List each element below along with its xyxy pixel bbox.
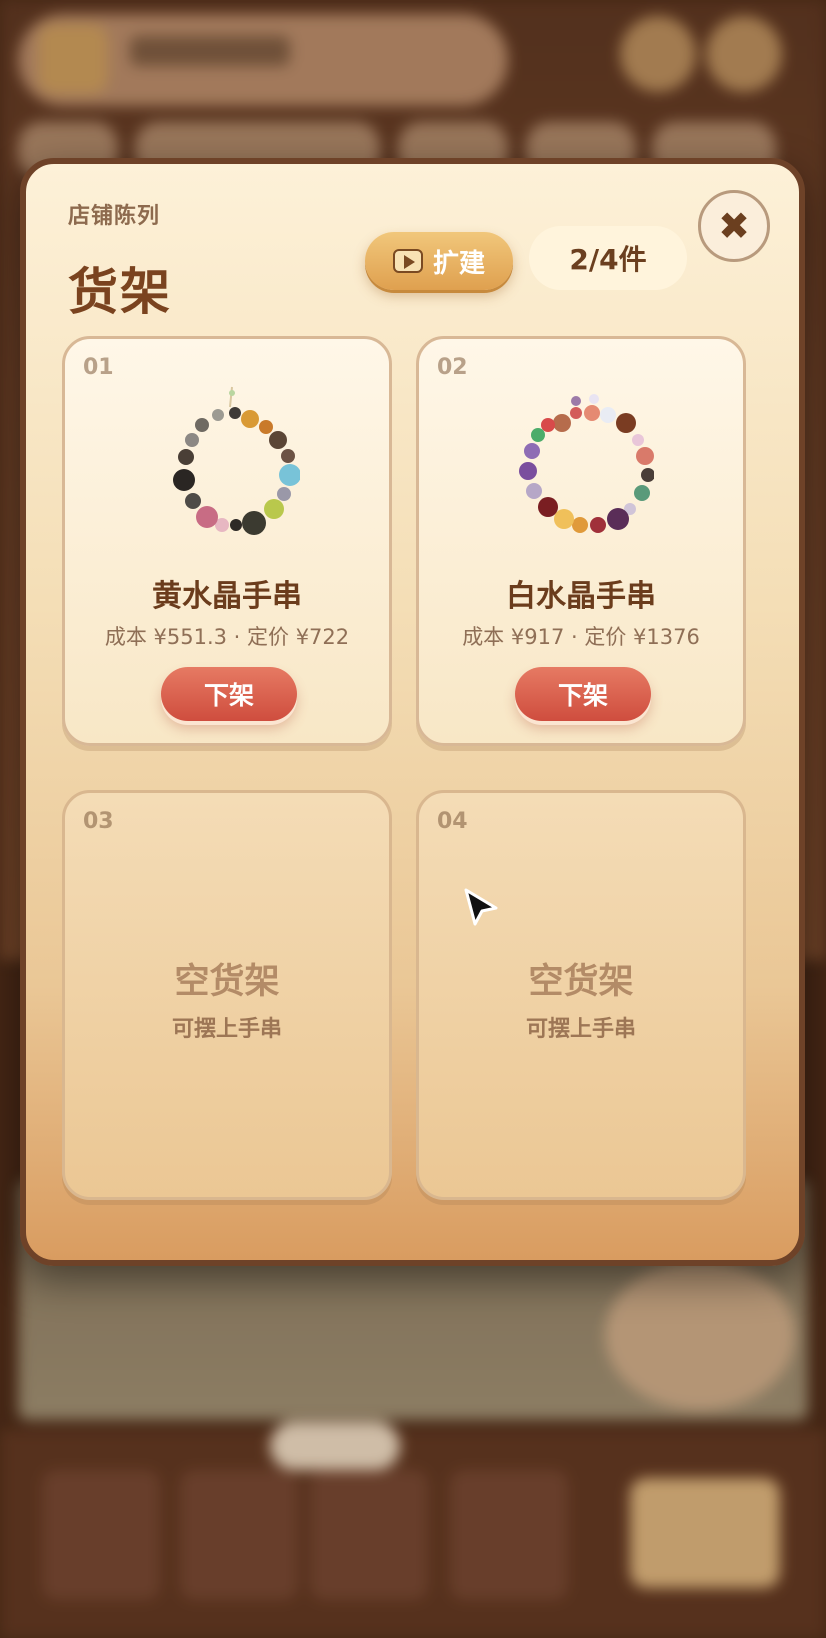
close-button[interactable]: ✖ (698, 190, 770, 262)
slot-number: 02 (437, 355, 468, 380)
close-icon: ✖ (718, 204, 750, 248)
shelf-capacity-badge: 2/4件 (529, 226, 687, 290)
expand-button[interactable]: 扩建 (365, 232, 513, 290)
modal-subtitle: 店铺陈列 (68, 204, 161, 229)
modal-title: 货架 (68, 263, 172, 321)
item-price: 成本 ¥551.3 · 定价 ¥722 (104, 625, 350, 649)
empty-shelf-hint: 可摆上手串 (525, 1017, 636, 1042)
slot-number: 03 (83, 809, 114, 834)
shelf-slot-4[interactable]: 04 空货架 可摆上手串 (416, 790, 746, 1200)
slot-number: 01 (83, 355, 114, 380)
clear-quartz-bracelet-image (519, 394, 654, 533)
empty-shelf-title: 空货架 (528, 962, 634, 1002)
remove-from-shelf-button[interactable]: 下架 (515, 667, 651, 721)
slot-number: 04 (437, 809, 468, 834)
citrine-bracelet-image (173, 386, 300, 535)
shelf-slot-3[interactable]: 03 空货架 可摆上手串 (62, 790, 392, 1200)
mouse-cursor-icon (464, 888, 498, 926)
empty-shelf-title: 空货架 (174, 962, 280, 1002)
shelf-slot-2[interactable]: 02 白水晶手串 成本 ¥917 · 定价 ¥1376 下架 (416, 336, 746, 746)
item-name: 黄水晶手串 (152, 579, 302, 614)
empty-shelf-hint: 可摆上手串 (171, 1017, 282, 1042)
remove-from-shelf-button[interactable]: 下架 (161, 667, 297, 721)
play-video-icon (392, 249, 423, 273)
item-name: 白水晶手串 (506, 579, 656, 614)
item-price: 成本 ¥917 · 定价 ¥1376 (462, 625, 700, 649)
expand-button-label: 扩建 (432, 248, 485, 279)
shelf-slot-1[interactable]: 01 黄水晶手串 成本 ¥551.3 · 定价 ¥722 下架 (62, 336, 392, 746)
shelf-display-modal: 店铺陈列 货架 扩建 2/4件 ✖ 01 黄水晶手串 成本 ¥551.3 · 定… (20, 158, 805, 1266)
